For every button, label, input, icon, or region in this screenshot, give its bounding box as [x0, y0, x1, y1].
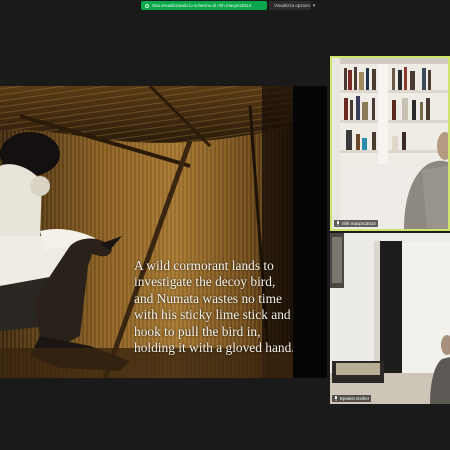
mic-icon: [335, 396, 337, 401]
participant-video: [332, 58, 448, 229]
chevron-down-icon: ▾: [312, 2, 316, 9]
participant-video: [330, 233, 450, 404]
participant-name-tag: nhh macpro2014: [334, 220, 378, 227]
participant-name: nhh macpro2014: [342, 221, 376, 226]
slide-caption: A wild cormorant lands to investigate th…: [134, 258, 293, 356]
view-options-button[interactable]: Visualizza opzioni ▾: [269, 1, 315, 10]
shared-screen: A wild cormorant lands to investigate th…: [0, 86, 293, 378]
video-meeting-window: Stai visualizzando lo schermo di nhh mac…: [0, 0, 450, 450]
mic-icon: [337, 221, 339, 226]
share-status-pill: Stai visualizzando lo schermo di nhh mac…: [141, 1, 267, 10]
view-options-label: Visualizza opzioni: [274, 3, 310, 8]
participant-tile-epstein-esther[interactable]: Epstein Esther: [330, 233, 450, 404]
participant-name-tag: Epstein Esther: [332, 395, 372, 402]
participant-name: Epstein Esther: [340, 396, 370, 401]
share-banner: Stai visualizzando lo schermo di nhh mac…: [0, 0, 450, 12]
share-status-icon: [145, 3, 149, 8]
participant-tile-nhh-macpro2014[interactable]: nhh macpro2014: [330, 56, 450, 231]
share-status-text: Stai visualizzando lo schermo di nhh mac…: [152, 3, 252, 8]
slide-margin: [293, 86, 327, 378]
